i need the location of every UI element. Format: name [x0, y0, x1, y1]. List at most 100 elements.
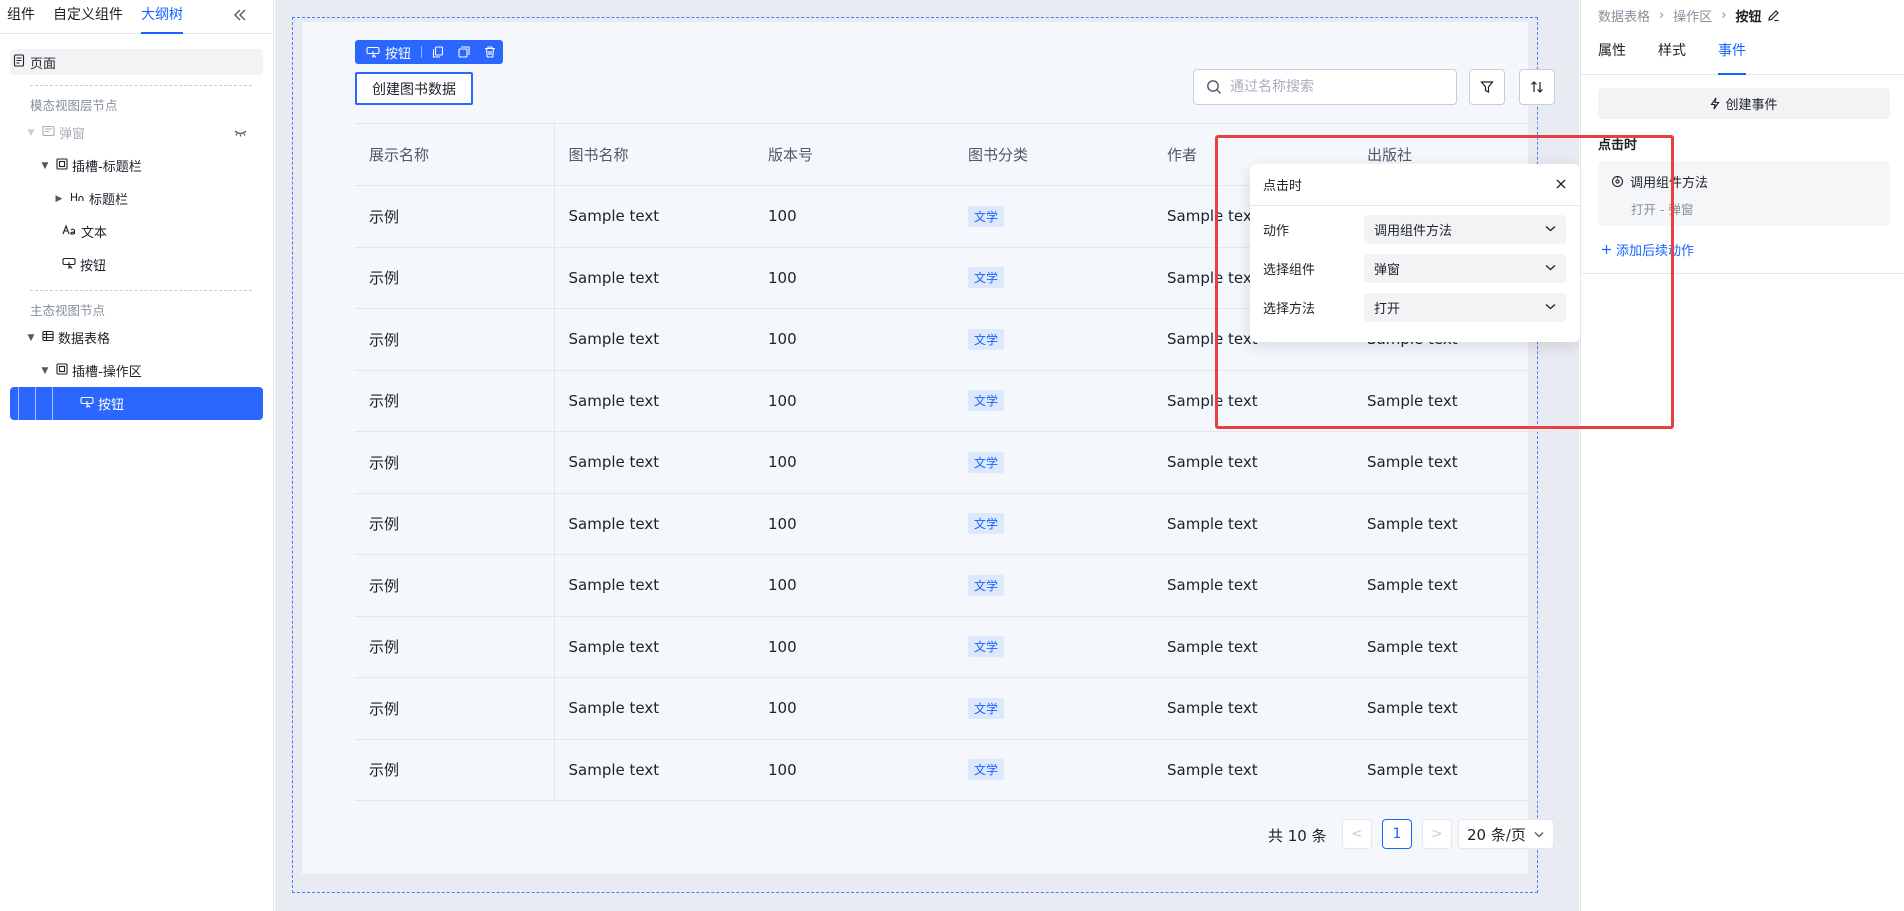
page-label: 页面 [30, 56, 57, 72]
eye-closed-icon[interactable] [234, 126, 251, 141]
table-cell: 100 [754, 615, 954, 678]
tree-node-button-selected[interactable]: 按钮 [10, 387, 263, 420]
create-event-button[interactable]: 创建事件 [1598, 88, 1890, 119]
left-tabs: 组件 自定义组件 大纲树 [0, 0, 273, 34]
selected-component-label[interactable]: 按钮 [366, 43, 411, 62]
left-sidebar: 组件 自定义组件 大纲树 页面 模态视图层节点 ▼ 弹窗 ▼ 插槽-标题栏 ▶ … [0, 0, 274, 911]
create-book-data-button[interactable]: 创建图书数据 [355, 72, 473, 105]
collapse-panel-icon[interactable] [231, 6, 249, 24]
close-icon[interactable] [1554, 177, 1568, 191]
tree-node-slot-title[interactable]: ▼ 插槽-标题栏 [10, 149, 263, 182]
category-tag: 文学 [968, 451, 1005, 473]
table-cell: 文学 [954, 615, 1153, 678]
table-cell: 示例 [355, 492, 555, 555]
tree-node-text[interactable]: 文本 [10, 215, 263, 248]
category-tag: 文学 [968, 267, 1005, 289]
table-cell: Sample text [554, 554, 754, 616]
table-row[interactable]: 示例Sample text100文学Sample textSample text [355, 369, 1555, 432]
tab-properties[interactable]: 属性 [1598, 30, 1626, 75]
table-row[interactable]: 示例Sample text100文学Sample textSample text [355, 615, 1555, 678]
table-cell: 100 [754, 738, 954, 801]
table-cell: 100 [754, 369, 954, 432]
prev-page-button[interactable]: < [1342, 819, 1372, 849]
column-header[interactable]: 展示名称 [355, 123, 555, 186]
table-cell: 文学 [954, 738, 1153, 801]
page-number-button[interactable]: 1 [1382, 819, 1412, 849]
page-size-select[interactable]: 20 条/页 [1458, 819, 1554, 849]
delete-icon[interactable] [483, 45, 497, 59]
tree-node-label: 标题栏 [89, 193, 129, 208]
table-cell: 100 [754, 308, 954, 370]
duplicate-icon[interactable] [457, 45, 471, 59]
table-cell: 文学 [954, 246, 1153, 309]
chevron-down-icon [1534, 831, 1544, 837]
filter-button[interactable] [1469, 69, 1505, 105]
event-trigger-title: 点击时 [1598, 138, 1638, 153]
category-tag: 文学 [968, 697, 1005, 719]
action-select[interactable]: 调用组件方法 [1364, 215, 1566, 244]
button-icon [80, 396, 98, 412]
table-cell: 示例 [355, 185, 555, 247]
method-select[interactable]: 打开 [1364, 293, 1566, 322]
selection-toolbar: 按钮 [355, 40, 504, 64]
table-cell: 示例 [355, 308, 555, 370]
tab-custom-components[interactable]: 自定义组件 [53, 0, 123, 34]
caret-down-icon[interactable]: ▼ [26, 333, 36, 343]
tree-node-button[interactable]: 按钮 [10, 248, 263, 281]
caret-down-icon[interactable]: ▼ [26, 128, 36, 138]
breadcrumb: 数据表格 › 操作区 › 按钮 [1581, 0, 1904, 30]
column-header[interactable]: 图书名称 [554, 123, 754, 186]
tree-node-slot-action[interactable]: ▼ 插槽-操作区 [10, 354, 263, 387]
tree-node-label: 插槽-标题栏 [72, 160, 142, 175]
table-cell: Sample text [554, 246, 754, 309]
caret-down-icon[interactable]: ▼ [40, 366, 50, 376]
property-tabs: 属性 样式 事件 [1581, 30, 1904, 75]
divider [30, 290, 252, 291]
caret-right-icon[interactable]: ▶ [54, 194, 64, 204]
table-row[interactable]: 示例Sample text100文学Sample textSample text [355, 677, 1555, 739]
table-cell: 文学 [954, 431, 1153, 493]
page-content: 按钮 创建图书数据 展示名称 图书名称 版本号 图书分类 [302, 22, 1555, 874]
sort-button[interactable] [1519, 69, 1555, 105]
add-follow-up-action-button[interactable]: 添加后续动作 [1601, 240, 1904, 259]
category-tag: 文学 [968, 574, 1005, 596]
table-cell: 示例 [355, 615, 555, 678]
category-tag: 文学 [968, 513, 1005, 535]
table-row[interactable]: 示例Sample text100文学Sample textSample text [355, 738, 1555, 801]
tab-styles[interactable]: 样式 [1658, 30, 1686, 75]
table-cell: Sample text [554, 615, 754, 678]
tree-node-data-table[interactable]: ▼ 数据表格 [10, 321, 263, 354]
divider [1581, 273, 1904, 274]
tab-events[interactable]: 事件 [1718, 30, 1746, 75]
table-cell: 示例 [355, 246, 555, 309]
table-cell: Sample text [554, 308, 754, 370]
search-input[interactable] [1230, 79, 1430, 95]
button-icon [366, 46, 380, 58]
chevron-right-icon: › [1721, 7, 1727, 23]
page-size-value: 20 条/页 [1467, 825, 1526, 844]
copy-icon[interactable] [431, 45, 445, 59]
table-row[interactable]: 示例Sample text100文学Sample textSample text [355, 431, 1555, 493]
tab-components[interactable]: 组件 [7, 0, 35, 34]
tree-node-title-bar[interactable]: ▶ 标题栏 [10, 182, 263, 215]
search-box[interactable] [1193, 69, 1457, 105]
tree-node-page[interactable]: 页面 [10, 49, 263, 75]
table-row[interactable]: 示例Sample text100文学Sample textSample text [355, 554, 1555, 616]
component-select[interactable]: 弹窗 [1364, 254, 1566, 283]
slot-icon [56, 362, 72, 379]
modal-icon [42, 125, 59, 141]
pagination: 共 10 条 < 1 > 20 条/页 [302, 819, 1555, 849]
caret-down-icon[interactable]: ▼ [40, 161, 50, 171]
breadcrumb-item[interactable]: 操作区 [1673, 6, 1712, 25]
column-header[interactable]: 版本号 [754, 123, 954, 186]
breadcrumb-item[interactable]: 数据表格 [1598, 6, 1650, 25]
table-cell: 示例 [355, 369, 555, 432]
tree-node-modal[interactable]: ▼ 弹窗 [10, 116, 263, 149]
field-label: 选择组件 [1263, 263, 1316, 278]
tab-outline-tree[interactable]: 大纲树 [141, 0, 183, 34]
table-row[interactable]: 示例Sample text100文学Sample textSample text [355, 492, 1555, 555]
event-action-card[interactable]: 调用组件方法 打开 - 弹窗 [1598, 161, 1890, 226]
next-page-button[interactable]: > [1422, 819, 1452, 849]
column-header[interactable]: 图书分类 [954, 123, 1153, 186]
tree-guide-line [52, 387, 53, 420]
